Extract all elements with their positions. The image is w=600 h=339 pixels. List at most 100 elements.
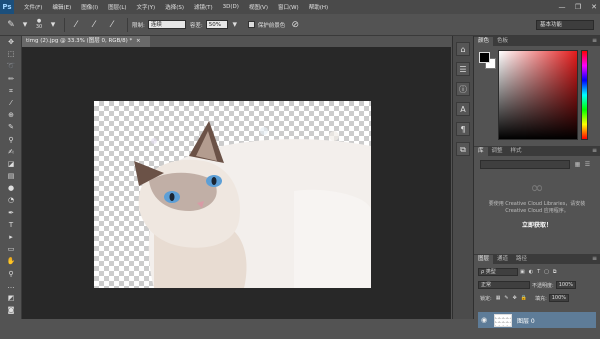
marquee-tool-icon[interactable]: ⬚ — [0, 48, 22, 60]
tab-adjustments[interactable]: 调整 — [488, 147, 507, 156]
brush-panel-icon[interactable]: ¶ — [456, 122, 470, 136]
menu-type[interactable]: 文字(Y) — [137, 3, 156, 11]
more-tools-icon[interactable]: … — [0, 280, 22, 292]
menu-image[interactable]: 图像(I) — [81, 3, 98, 11]
document-canvas[interactable] — [94, 101, 371, 288]
tab-libraries[interactable]: 库 — [474, 147, 488, 156]
tab-swatches[interactable]: 色板 — [493, 37, 512, 46]
character-panel-icon[interactable]: A — [456, 102, 470, 116]
workspace-select[interactable]: 基本功能 — [536, 20, 594, 30]
history-panel-icon[interactable]: ⌂ — [456, 42, 470, 56]
blend-mode-select[interactable]: 正常 — [478, 281, 530, 289]
tablet-pressure-icon[interactable]: ⊘ — [288, 18, 302, 32]
path-select-tool-icon[interactable]: ▸ — [0, 231, 22, 243]
tab-color[interactable]: 颜色 — [474, 37, 494, 46]
creative-cloud-icon: ∞ — [530, 178, 544, 197]
foreground-background-swatches[interactable] — [479, 52, 497, 70]
color-picker-field[interactable] — [498, 50, 578, 140]
limits-select[interactable]: 连续 — [147, 20, 186, 29]
layer-name[interactable]: 图层 0 — [517, 316, 535, 325]
filter-adjust-icon[interactable]: ◐ — [529, 269, 533, 275]
menu-view[interactable]: 视图(V) — [249, 3, 268, 11]
menu-help[interactable]: 帮助(H) — [309, 3, 328, 11]
visibility-eye-icon[interactable]: ◉ — [478, 316, 490, 324]
filter-type-icon[interactable]: T — [537, 269, 540, 275]
lasso-tool-icon[interactable]: ➰ — [0, 60, 22, 72]
close-button[interactable]: ✕ — [588, 2, 600, 12]
library-select[interactable] — [480, 160, 570, 169]
shape-tool-icon[interactable]: ▭ — [0, 243, 22, 255]
tolerance-input[interactable]: 50% — [205, 20, 228, 29]
menu-select[interactable]: 选择(S) — [165, 3, 184, 11]
tab-paths[interactable]: 路径 — [512, 255, 531, 264]
foreground-color-swatch[interactable] — [479, 52, 490, 63]
background-eraser-icon[interactable]: ✎ — [4, 18, 18, 32]
panel-menu-icon[interactable]: ≡ — [592, 255, 597, 262]
zoom-tool-icon[interactable]: ⚲ — [0, 268, 22, 280]
options-bar: ✎ ▾ ● 30 ▾ ⁄ ⁄ ⁄ 限制: 连续 容差: 50% ▾ 保护前景色 ⊘… — [0, 14, 600, 36]
limits-label: 限制: — [132, 22, 145, 29]
panel-menu-icon[interactable]: ≡ — [592, 37, 597, 44]
dodge-tool-icon[interactable]: ◔ — [0, 194, 22, 206]
foreground-background-icon[interactable]: ◩ — [0, 292, 22, 304]
chevron-down-icon[interactable]: ▾ — [232, 18, 238, 32]
quick-select-tool-icon[interactable]: ✏ — [0, 73, 22, 85]
protect-foreground-checkbox[interactable] — [247, 21, 255, 28]
filter-pixel-icon[interactable]: ▣ — [520, 269, 525, 275]
quick-mask-icon[interactable]: ◙ — [0, 304, 22, 316]
gradient-tool-icon[interactable]: ▤ — [0, 170, 22, 182]
menu-layer[interactable]: 图层(L) — [108, 3, 126, 11]
menu-filter[interactable]: 滤镜(T) — [194, 3, 213, 11]
eraser-tool-icon[interactable]: ◪ — [0, 158, 22, 170]
layer-row[interactable]: ◉ 图层 0 — [478, 312, 596, 328]
lock-move-icon[interactable]: ✥ — [513, 295, 517, 301]
tab-styles[interactable]: 样式 — [507, 147, 526, 156]
clone-stamp-tool-icon[interactable]: ⚲ — [0, 134, 22, 146]
libraries-panel-tabs: 库 调整 样式 ≡ — [474, 146, 600, 156]
fill-input[interactable]: 100% — [548, 294, 569, 302]
close-tab-icon[interactable]: × — [136, 38, 141, 44]
channels-panel-icon[interactable]: ⧉ — [456, 142, 470, 156]
cat-image — [134, 121, 371, 288]
layer-filter-select[interactable]: ρ 类型 — [478, 268, 518, 276]
sampling-continuous-icon[interactable]: ⁄ — [69, 18, 83, 32]
opacity-input[interactable]: 100% — [555, 281, 576, 289]
sampling-once-icon[interactable]: ⁄ — [87, 18, 101, 32]
menu-edit[interactable]: 编辑(E) — [52, 3, 71, 11]
hand-tool-icon[interactable]: ✋ — [0, 255, 22, 267]
chevron-down-icon[interactable]: ▾ — [22, 18, 28, 32]
tab-channels[interactable]: 通道 — [493, 255, 512, 264]
minimize-button[interactable]: — — [556, 2, 568, 12]
move-tool-icon[interactable]: ✥ — [0, 36, 22, 48]
tab-layers[interactable]: 图层 — [474, 255, 494, 264]
eyedropper-tool-icon[interactable]: ⁄ — [0, 97, 22, 109]
brush-tool-icon[interactable]: ✎ — [0, 121, 22, 133]
history-brush-tool-icon[interactable]: ✍ — [0, 146, 22, 158]
lock-paint-icon[interactable]: ✎ — [504, 295, 508, 301]
sampling-swatch-icon[interactable]: ⁄ — [105, 18, 119, 32]
grid-view-icon[interactable]: ▦ — [574, 161, 581, 168]
hue-slider[interactable] — [581, 50, 588, 140]
list-view-icon[interactable]: ☰ — [584, 161, 591, 168]
lock-all-icon[interactable]: 🔒 — [521, 295, 527, 301]
document-tab[interactable]: timg (2).jpg @ 33.3% (图层 0, RGB/8) * × — [22, 36, 150, 47]
healing-brush-tool-icon[interactable]: ⊕ — [0, 109, 22, 121]
filter-smart-icon[interactable]: ⧉ — [553, 269, 557, 275]
info-panel-icon[interactable]: ⓘ — [456, 82, 470, 96]
restore-button[interactable]: ❐ — [572, 2, 584, 12]
menu-file[interactable]: 文件(F) — [24, 3, 42, 11]
brush-preset-picker[interactable]: ● 30 — [32, 18, 46, 32]
get-now-link[interactable]: 立即获取！ — [480, 220, 594, 229]
brush-size-value: 30 — [35, 23, 43, 30]
properties-panel-icon[interactable]: ☰ — [456, 62, 470, 76]
type-tool-icon[interactable]: T — [0, 219, 22, 231]
blur-tool-icon[interactable]: ● — [0, 182, 22, 194]
crop-tool-icon[interactable]: ⌗ — [0, 85, 22, 97]
menu-window[interactable]: 窗口(W) — [278, 3, 299, 11]
filter-shape-icon[interactable]: ▢ — [544, 269, 549, 275]
lock-pixels-icon[interactable]: ▦ — [496, 295, 501, 301]
panel-menu-icon[interactable]: ≡ — [592, 147, 597, 154]
pen-tool-icon[interactable]: ✒ — [0, 207, 22, 219]
chevron-down-icon[interactable]: ▾ — [50, 18, 56, 32]
menu-3d[interactable]: 3D(D) — [223, 4, 239, 10]
